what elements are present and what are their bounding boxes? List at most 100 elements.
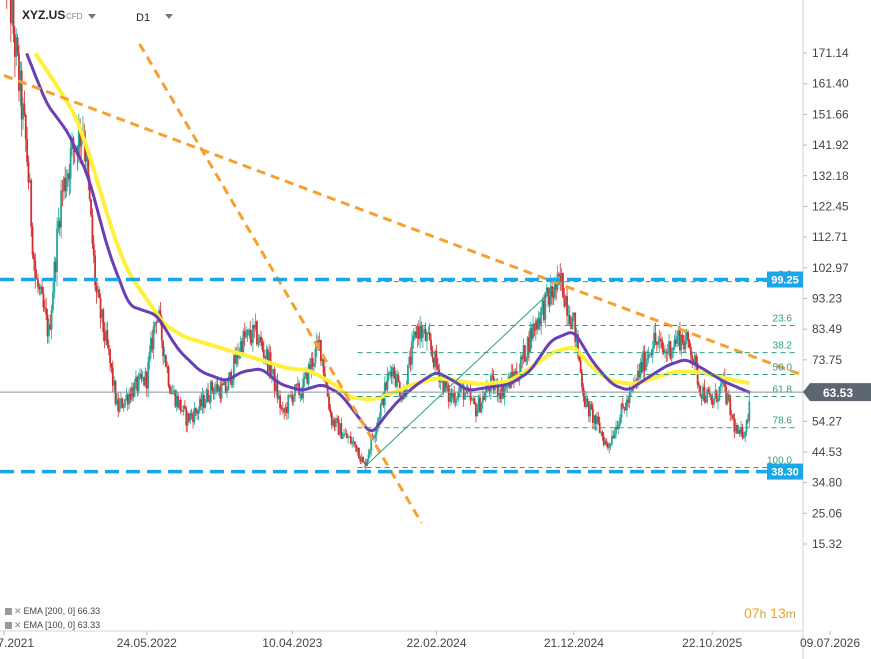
timeframe-selector[interactable]: D1 (136, 12, 150, 24)
candle (23, 90, 26, 117)
candle (473, 396, 476, 405)
candle-body (164, 355, 167, 367)
candle-body (657, 341, 660, 345)
candle-body (703, 386, 706, 401)
y-tick-label: 34.80 (812, 476, 842, 490)
candle-body (430, 339, 432, 351)
candle-body (455, 399, 458, 400)
timer-hours: 07 (744, 605, 760, 621)
candle-body (303, 376, 306, 379)
legend-ema100[interactable]: ✕ EMA [100, 0] 63.33 (5, 620, 100, 631)
timeframe-dropdown-icon[interactable] (165, 14, 173, 19)
candle-body (601, 431, 604, 437)
x-tick-label: 13.07.2021 (0, 636, 34, 650)
candle-body (586, 398, 589, 402)
candle-body (220, 383, 223, 399)
candle-body (621, 403, 624, 407)
candle-body (741, 426, 744, 438)
candle-body (106, 330, 109, 346)
candle (397, 371, 400, 383)
candle-body (748, 401, 751, 421)
candle-body (262, 349, 265, 357)
candle-body (27, 162, 30, 183)
candle-body (744, 431, 747, 437)
remove-icon[interactable]: ✕ (14, 606, 22, 616)
candle-body (249, 329, 252, 339)
hide-icon[interactable] (5, 622, 12, 629)
candle (519, 353, 522, 373)
symbol-dropdown-icon[interactable] (88, 14, 96, 19)
ema200-line (33, 52, 751, 402)
candle (469, 384, 472, 406)
candle-body (107, 345, 110, 350)
candle-body (194, 408, 197, 413)
candle (647, 346, 650, 364)
price-chart[interactable]: 0.023.638.250.061.878.6100.0171.14161.40… (0, 0, 871, 659)
candle (162, 340, 165, 365)
y-tick-label: 93.23 (812, 292, 842, 306)
legend-ema100-value: 63.33 (77, 620, 101, 630)
candle (189, 409, 192, 424)
trendline (138, 43, 423, 524)
candle-body (322, 358, 325, 374)
candle-body (571, 316, 574, 330)
remove-icon[interactable]: ✕ (14, 620, 22, 630)
legend-ema200[interactable]: ✕ EMA [200, 0] 66.33 (5, 606, 100, 617)
candle-body (645, 359, 647, 371)
candle-body (358, 447, 360, 459)
candle-body (473, 398, 476, 404)
candle-body (698, 384, 700, 387)
candle (566, 287, 568, 326)
x-tick-label: 09.07.2026 (800, 636, 860, 650)
candle-body (271, 373, 273, 375)
candle-body (41, 286, 43, 294)
candle (287, 393, 290, 420)
candle-body (197, 409, 200, 414)
candle-body (745, 419, 748, 432)
y-tick-label: 73.75 (812, 353, 842, 367)
candle (106, 321, 109, 349)
candle-body (590, 404, 593, 409)
candle-body (476, 410, 479, 417)
candle-body (426, 333, 428, 342)
fib-level-label: 50.0 (773, 363, 793, 374)
candle-countdown: 07h 13m (744, 605, 796, 621)
candle-body (393, 367, 396, 378)
y-tick-label: 122.45 (812, 199, 849, 213)
candle-body (651, 348, 654, 356)
candle-body (719, 384, 722, 387)
candle-body (26, 138, 29, 163)
hide-icon[interactable] (5, 608, 12, 615)
candle-body (118, 402, 121, 412)
candle-body (152, 326, 155, 350)
candle-body (480, 403, 483, 413)
candle-body (231, 379, 234, 385)
candle (37, 273, 39, 294)
candle-body (687, 332, 690, 341)
candle (343, 428, 345, 438)
candle-body (609, 443, 612, 446)
candle-body (368, 450, 371, 455)
y-tick-label: 25.06 (812, 506, 842, 520)
y-tick-label: 171.14 (812, 46, 849, 60)
candle (16, 33, 19, 57)
candle (90, 198, 92, 218)
candle-body (319, 339, 322, 362)
candle-body (619, 417, 621, 425)
candle-body (16, 37, 19, 53)
candle-body (379, 404, 382, 418)
timer-minutes: 13 (770, 605, 786, 621)
candle-body (257, 342, 260, 345)
candle (292, 394, 295, 407)
candle-body (670, 350, 673, 359)
candle-body (707, 389, 710, 394)
candle (20, 62, 23, 137)
legend-ema200-value: 66.33 (77, 606, 101, 616)
candle-body (92, 243, 95, 256)
candle-body (688, 340, 691, 347)
candle-body (30, 180, 33, 227)
candle-body (470, 399, 473, 401)
candle (6, 0, 8, 9)
symbol-name[interactable]: XYZ.US (22, 8, 65, 22)
candle-body (133, 382, 136, 397)
